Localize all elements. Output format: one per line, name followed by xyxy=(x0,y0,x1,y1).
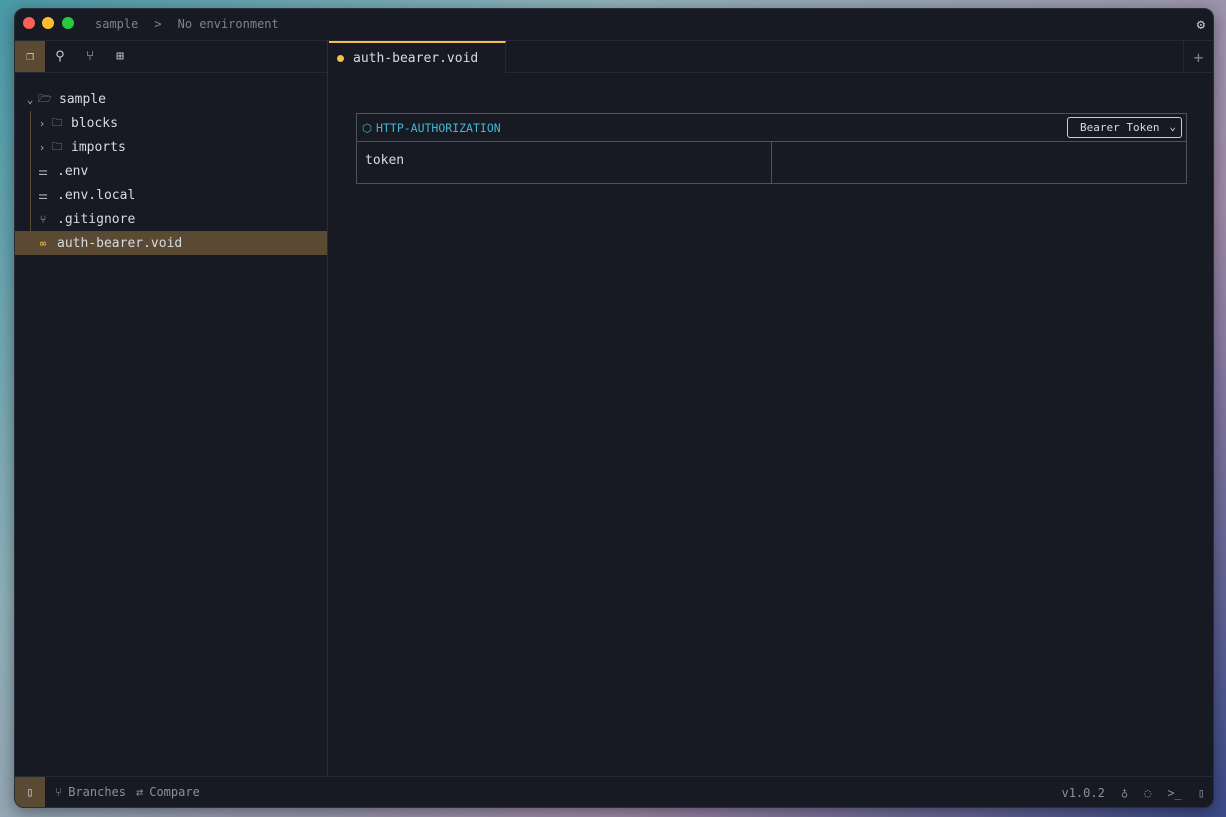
version-label: v1.0.2 xyxy=(1061,785,1105,800)
chevron-right-icon: › xyxy=(38,116,46,130)
tree-item-env[interactable]: ⚌ .env xyxy=(15,159,327,183)
files-icon[interactable]: ❐ xyxy=(15,41,45,72)
git-branch-icon: ⑂ xyxy=(55,785,63,799)
status-bar: ▯ ⑂ Branches ⇄ Compare v1.0.2 ♁ ◌ >_ ▯ xyxy=(15,776,1213,807)
maximize-window-button[interactable] xyxy=(62,17,74,29)
app-window: sample > No environment ⚙ ❐ ⚲ ⑂ ⊞ ⌄ 🗁 samp… xyxy=(14,8,1214,808)
chevron-down-icon: ⌄ xyxy=(26,92,34,106)
github-icon[interactable]: ♁ xyxy=(1121,786,1128,800)
tree-item-label: blocks xyxy=(71,115,118,131)
auth-row: token xyxy=(357,142,1186,183)
minimize-window-button[interactable] xyxy=(42,17,54,29)
branches-label: Branches xyxy=(68,785,126,799)
terminal-icon[interactable]: >_ xyxy=(1167,786,1181,800)
tab-label: auth-bearer.void xyxy=(353,50,479,66)
tab-auth-bearer[interactable]: auth-bearer.void xyxy=(329,41,506,73)
chevron-right-icon: › xyxy=(38,140,46,154)
infinity-icon: ∞ xyxy=(39,236,47,250)
breadcrumb: sample > No environment xyxy=(95,17,279,31)
block-title: HTTP-AUTHORIZATION xyxy=(376,120,501,135)
chevron-right-icon: > xyxy=(154,17,162,31)
chevron-down-icon: ⌄ xyxy=(1169,120,1176,133)
tree-item-label: .gitignore xyxy=(57,211,136,227)
tab-bar: auth-bearer.void + xyxy=(329,41,1213,73)
compare-label: Compare xyxy=(149,785,200,799)
close-window-button[interactable] xyxy=(23,17,35,29)
tree-item-label: .env.local xyxy=(57,187,136,203)
tree-item-auth-bearer[interactable]: ∞ auth-bearer.void xyxy=(15,231,327,255)
cube-icon: ⬡ xyxy=(362,120,373,135)
tree-item-blocks[interactable]: › 🗀 blocks xyxy=(15,111,327,135)
settings-sliders-icon: ⚌ xyxy=(38,164,48,178)
folder-icon: 🗀 xyxy=(51,115,63,129)
tree-item-label: auth-bearer.void xyxy=(57,235,183,251)
sidebar-toolbar: ❐ ⚲ ⑂ ⊞ xyxy=(15,41,327,73)
toggle-panel-icon[interactable]: ▯ xyxy=(1198,786,1205,800)
git-branch-icon: ⑂ xyxy=(39,212,47,226)
title-bar: sample > No environment ⚙ xyxy=(15,9,1213,41)
tree-item-imports[interactable]: › 🗀 imports xyxy=(15,135,327,159)
branches-button[interactable]: ⑂ Branches xyxy=(55,785,126,799)
toggle-sidebar-icon[interactable]: ▯ xyxy=(15,776,45,807)
http-authorization-block: ⬡ HTTP-AUTHORIZATION Bearer Token ⌄ token xyxy=(356,113,1187,184)
search-icon[interactable]: ⚲ xyxy=(45,41,75,72)
compare-icon: ⇄ xyxy=(136,785,144,799)
token-key-cell: token xyxy=(365,153,405,168)
git-branch-icon[interactable]: ⑂ xyxy=(75,41,105,72)
environment-selector[interactable]: No environment xyxy=(178,17,279,31)
folder-icon: 🗀 xyxy=(51,139,63,153)
compare-button[interactable]: ⇄ Compare xyxy=(136,785,200,799)
blocks-icon[interactable]: ⊞ xyxy=(105,41,135,72)
folder-open-icon: 🗁 xyxy=(38,91,52,105)
project-name[interactable]: sample xyxy=(95,17,138,31)
tree-item-label: .env xyxy=(57,163,89,179)
new-tab-button[interactable]: + xyxy=(1183,41,1213,73)
token-value-input[interactable] xyxy=(771,142,1186,183)
sidebar: ❐ ⚲ ⑂ ⊞ ⌄ 🗁 sample › 🗀 blocks › 🗀 imports ⚌ .en… xyxy=(15,41,328,776)
block-header: ⬡ HTTP-AUTHORIZATION Bearer Token ⌄ xyxy=(357,114,1186,142)
tree-item-label: sample xyxy=(59,91,106,107)
tree-item-env-local[interactable]: ⚌ .env.local xyxy=(15,183,327,207)
auth-type-select[interactable]: Bearer Token ⌄ xyxy=(1067,117,1182,138)
tree-item-sample[interactable]: ⌄ 🗁 sample xyxy=(15,87,327,111)
file-tree: ⌄ 🗁 sample › 🗀 blocks › 🗀 imports ⚌ .env ⚌ .env.… xyxy=(15,87,327,255)
tree-item-label: imports xyxy=(71,139,126,155)
chat-icon[interactable]: ◌ xyxy=(1144,786,1151,800)
tree-item-gitignore[interactable]: ⑂ .gitignore xyxy=(15,207,327,231)
settings-sliders-icon: ⚌ xyxy=(38,188,48,202)
auth-type-value: Bearer Token xyxy=(1080,121,1160,134)
gear-icon[interactable]: ⚙ xyxy=(1197,17,1205,33)
modified-dot-icon xyxy=(337,54,344,62)
